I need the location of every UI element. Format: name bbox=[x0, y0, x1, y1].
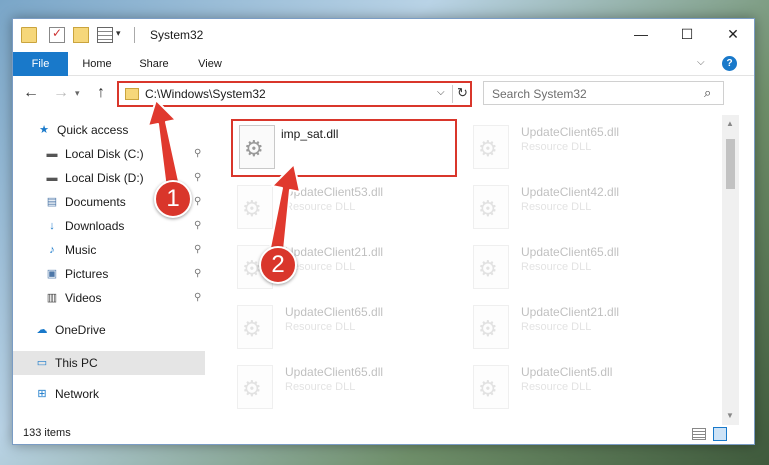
arrow-to-address-bar bbox=[147, 99, 181, 189]
annotation-arrows bbox=[147, 99, 301, 251]
step-2-badge: 2 bbox=[259, 246, 297, 284]
arrow-to-file bbox=[269, 163, 301, 251]
step-1-badge: 1 bbox=[154, 180, 192, 218]
